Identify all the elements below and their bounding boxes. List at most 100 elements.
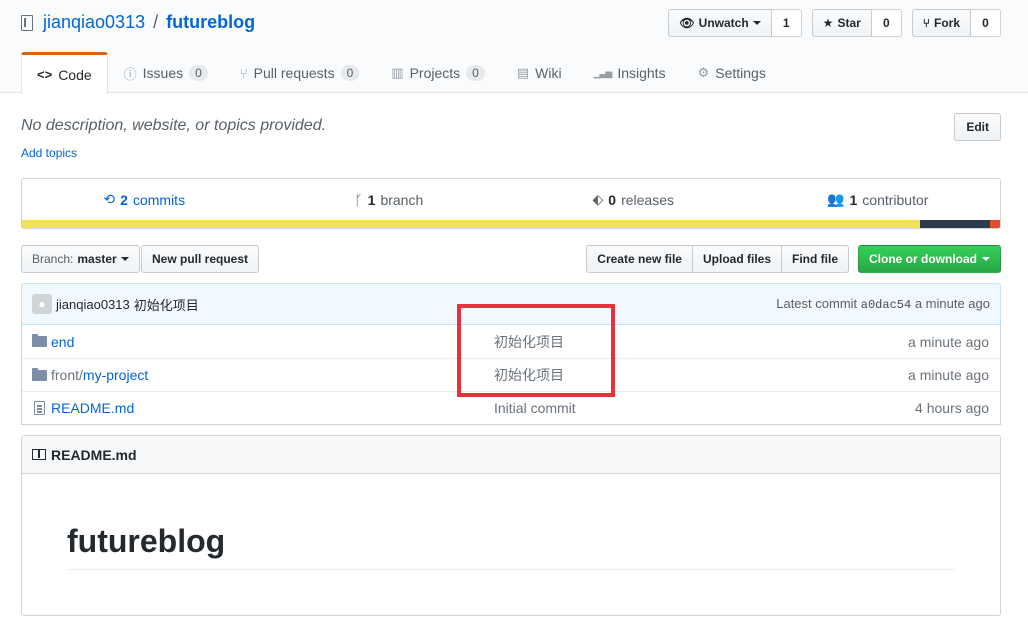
dir-prefix: front/ [51,367,83,383]
commits-link[interactable]: ⟲ 2 commits [22,191,267,208]
file-name-link[interactable]: README.md [51,400,494,416]
code-icon: <> [37,67,53,82]
commits-count: 2 [120,191,128,208]
fork-icon: ⑂ [922,16,930,30]
tab-issues[interactable]: ⓘ Issues 0 [108,52,224,93]
repo-description: No description, website, or topics provi… [21,117,327,134]
star-group: ★ Star 0 [811,9,902,37]
readme-box: README.md futureblog [21,435,1001,616]
fork-group: ⑂ Fork 0 [911,9,1001,37]
chevron-down-icon [982,257,990,261]
tab-label: Issues [142,65,184,81]
contributors-link[interactable]: 👥 1 contributor [756,191,1001,208]
language-segment-2 [920,220,991,228]
file-name: my-project [82,367,149,383]
star-button[interactable]: ★ Star [811,9,872,37]
commit-age: a minute ago [914,296,990,311]
branches-count: 1 [367,191,376,208]
edit-description-button[interactable]: Edit [954,113,1001,141]
pull-requests-counter: 0 [340,65,360,81]
graph-icon: ▁▃▅ [593,67,613,78]
numbers-summary: ⟲ 2 commits ᚴ 1 branch ⬖ 0 releases 👥 1 … [21,178,1001,229]
eye-icon: 👁 [679,16,695,30]
repo-actions: 👁 Unwatch 1 ★ Star 0 ⑂ Fork 0 [668,9,1001,37]
tab-projects[interactable]: ▥ Projects 0 [375,52,501,93]
repo-separator: / [153,12,159,32]
commit-sha-link[interactable]: a0dac54 [861,298,911,312]
upload-files-button[interactable]: Upload files [692,245,782,273]
file-icon [34,401,45,415]
file-commit-message[interactable]: 初始化项目 [494,332,564,352]
create-new-file-button[interactable]: Create new file [586,245,693,273]
readme-header: README.md [22,436,1000,474]
add-topics-link[interactable]: Add topics [21,146,77,160]
file-commit-message[interactable]: Initial commit [494,400,576,416]
fork-button[interactable]: ⑂ Fork [911,9,971,37]
file-commit-message[interactable]: 初始化项目 [494,365,564,385]
tab-code[interactable]: <> Code [21,52,108,94]
repo-title: jianqiao0313 / futureblog [21,12,255,33]
divider [67,569,955,570]
fork-label: Fork [933,16,960,30]
branch-select-button[interactable]: Branch: master [21,245,140,273]
repo-name-link[interactable]: futureblog [166,12,255,33]
projects-counter: 0 [466,65,485,81]
chevron-down-icon [120,257,129,261]
book-icon [32,449,46,460]
file-age: 4 hours ago [915,400,989,416]
commits-label: commits [132,191,186,208]
gear-icon: ⚙ [697,65,710,80]
commit-author-link[interactable]: jianqiao0313 [56,297,130,312]
avatar[interactable]: ● [32,294,52,314]
language-segment-1 [22,220,921,228]
file-age: a minute ago [908,333,989,350]
table-row: README.md Initial commit 4 hours ago [22,391,1000,424]
tab-label: Wiki [535,65,562,81]
clone-download-button[interactable]: Clone or download [858,245,1001,273]
branch-name: master [77,252,117,266]
clone-label: Clone or download [869,252,977,266]
tab-label: Settings [715,65,766,81]
tab-insights[interactable]: ▁▃▅ Insights [578,52,682,93]
language-segment-3 [990,220,1000,228]
file-navigation: Branch: master New pull request Create n… [21,245,1001,273]
tag-icon: ⬖ [592,191,604,207]
language-bar[interactable] [22,220,1000,228]
stargazers-count[interactable]: 0 [871,9,902,37]
new-pull-request-button[interactable]: New pull request [141,245,260,273]
contributors-count: 1 [849,191,858,208]
file-name-link[interactable]: front/my-project [51,367,494,383]
readme-title: futureblog [67,523,226,559]
file-actions: Create new file Upload files Find file C… [586,245,1001,273]
commit-message-link[interactable]: 初始化项目 [134,295,199,314]
file-name: end [51,333,75,350]
tab-label: Insights [617,65,666,81]
releases-label: releases [621,191,674,208]
tab-label: Code [58,66,92,83]
file-name-link[interactable]: end [51,334,494,350]
find-file-button[interactable]: Find file [782,245,849,273]
branches-link[interactable]: ᚴ 1 branch [267,192,512,208]
tab-settings[interactable]: ⚙ Settings [682,52,782,93]
history-icon: ⟲ [103,191,116,207]
forks-count[interactable]: 0 [971,9,1001,37]
chevron-down-icon [752,21,761,25]
file-list: end 初始化项目 a minute ago front/my-project … [21,325,1001,425]
tab-pull-requests[interactable]: ⑂ Pull requests 0 [224,52,375,93]
repo-icon [21,14,33,31]
star-icon: ★ [822,16,834,30]
latest-commit-bar: ● jianqiao0313 初始化项目 Latest commit a0dac… [21,283,1001,325]
watchers-count[interactable]: 1 [771,9,802,37]
star-label: Star [837,16,861,30]
watch-group: 👁 Unwatch 1 [668,9,802,37]
unwatch-button[interactable]: 👁 Unwatch [668,9,772,37]
branches-label: branch [380,191,424,208]
readme-filename: README.md [51,446,137,463]
file-name: README.md [51,400,135,416]
repo-nav-tabs: <> Code ⓘ Issues 0 ⑂ Pull requests 0 ▥ P… [21,52,782,94]
releases-link[interactable]: ⬖ 0 releases [511,191,756,208]
pull-request-icon: ⑂ [239,65,248,81]
tab-wiki[interactable]: ▤ Wiki [501,52,578,93]
repo-owner-link[interactable]: jianqiao0313 [43,12,145,33]
project-icon: ▥ [391,65,404,80]
